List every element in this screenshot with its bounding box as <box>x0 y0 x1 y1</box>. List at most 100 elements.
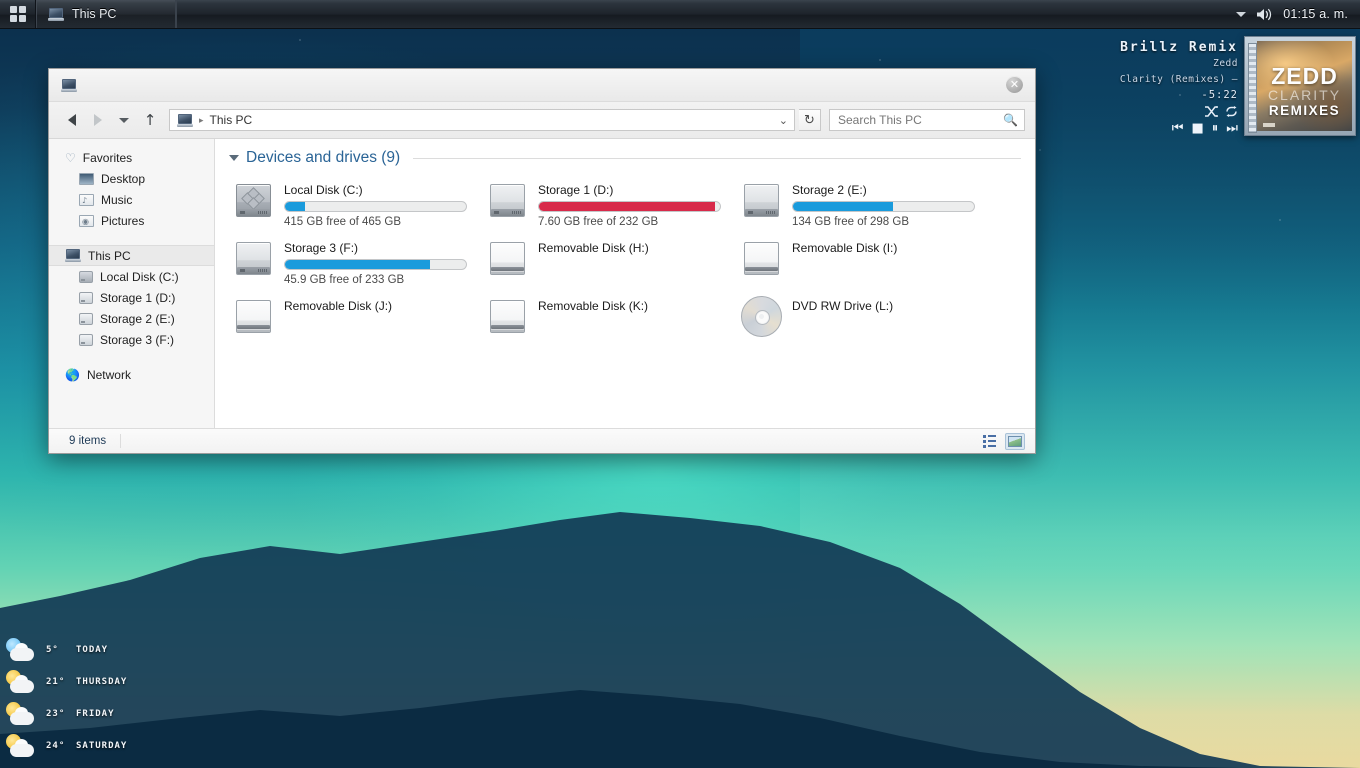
removable-drive-icon <box>487 238 528 279</box>
computer-icon <box>48 7 64 21</box>
weather-day: SATURDAY <box>76 741 128 751</box>
back-button[interactable] <box>59 108 85 132</box>
address-bar[interactable]: ▸ This PC ⌄ <box>169 109 795 131</box>
speaker-icon[interactable] <box>1256 7 1273 22</box>
search-input[interactable]: Search This PC <box>838 113 1003 127</box>
recent-locations-button[interactable] <box>111 108 137 132</box>
system-tray: 01:15 a. m. <box>1236 7 1360 22</box>
drive-tile[interactable]: Removable Disk (H:) <box>483 233 737 289</box>
arrow-up-icon: ↑ <box>143 110 157 129</box>
group-rule <box>413 157 1021 159</box>
hard-drive-icon <box>741 180 782 221</box>
hard-drive-icon <box>79 333 93 346</box>
repeat-icon[interactable] <box>1225 106 1238 117</box>
capacity-bar <box>284 259 467 270</box>
hard-drive-icon <box>487 180 528 221</box>
drive-tile[interactable]: DVD RW Drive (L:) <box>737 291 991 347</box>
drive-name: Local Disk (C:) <box>284 183 363 197</box>
search-icon: 🔍 <box>1003 113 1018 127</box>
sidebar-item-drive-d[interactable]: Storage 1 (D:) <box>49 287 214 308</box>
drive-meta: Removable Disk (K:) <box>538 296 728 317</box>
sidebar-item-this-pc[interactable]: This PC <box>49 245 214 266</box>
sidebar-item-pictures[interactable]: ◉ Pictures <box>49 210 214 231</box>
clock[interactable]: 01:15 a. m. <box>1283 7 1348 21</box>
navigation-pane: ♡ Favorites Desktop ♪ Music ◉ Pictures T… <box>49 139 215 428</box>
music-time-remaining: -5:22 <box>1201 89 1238 101</box>
sidebar-item-music[interactable]: ♪ Music <box>49 189 214 210</box>
sidebar-item-label: Desktop <box>101 171 146 186</box>
large-icons-view-button[interactable] <box>1005 432 1025 450</box>
drive-tile[interactable]: Storage 1 (D:) 7.60 GB free of 232 GB <box>483 175 737 231</box>
heart-icon: ♡ <box>65 150 76 165</box>
list-view-icon <box>982 434 996 448</box>
sidebar-item-drive-c[interactable]: Local Disk (C:) <box>49 266 214 287</box>
address-dropdown-icon[interactable]: ⌄ <box>779 114 788 127</box>
sidebar-item-favorites[interactable]: ♡ Favorites <box>49 147 214 168</box>
sidebar-item-drive-e[interactable]: Storage 2 (E:) <box>49 308 214 329</box>
breadcrumb-this-pc[interactable]: This PC <box>210 113 253 127</box>
weather-row: 21° THURSDAY <box>6 666 166 698</box>
sidebar-item-drive-f[interactable]: Storage 3 (F:) <box>49 329 214 350</box>
weather-temp: 5° <box>46 645 59 655</box>
group-title: Devices and drives (9) <box>246 149 401 166</box>
file-explorer-window[interactable]: ✕ ↑ ▸ This PC ⌄ ↻ Search This PC 🔍 ♡ Fav… <box>48 68 1036 454</box>
weather-temp: 21° <box>46 677 66 687</box>
drive-free-space: 415 GB free of 465 GB <box>284 216 401 228</box>
taskbar-task-this-pc[interactable]: This PC <box>36 0 176 28</box>
sidebar-item-network[interactable]: 🌎 Network <box>49 364 214 385</box>
sidebar-item-label: Pictures <box>101 213 145 228</box>
drive-name: Removable Disk (H:) <box>538 241 649 255</box>
chevron-down-icon <box>119 117 129 123</box>
close-icon[interactable]: ✕ <box>1006 76 1023 93</box>
drive-tile[interactable]: Removable Disk (I:) <box>737 233 991 289</box>
search-box[interactable]: Search This PC 🔍 <box>829 109 1025 131</box>
weather-day: THURSDAY <box>76 677 128 687</box>
album-art-case: ZEDD CLARITY REMIXES <box>1244 36 1356 136</box>
start-button[interactable] <box>0 0 36 28</box>
group-header-devices[interactable]: Devices and drives (9) <box>229 149 1021 167</box>
weather-day: FRIDAY <box>76 709 115 719</box>
pause-button[interactable]: ⏸ <box>1212 121 1219 136</box>
drive-name: Removable Disk (J:) <box>284 299 393 313</box>
moon-cloud-icon <box>6 638 36 662</box>
sidebar-item-desktop[interactable]: Desktop <box>49 168 214 189</box>
status-bar: 9 items <box>49 428 1035 453</box>
hard-drive-icon <box>79 270 93 283</box>
drive-tile[interactable]: Removable Disk (J:) <box>229 291 483 347</box>
view-mode-buttons <box>979 432 1025 450</box>
app-grid-icon <box>9 6 26 22</box>
previous-track-button[interactable]: ⏮ <box>1172 121 1184 136</box>
weather-row: 5° TODAY <box>6 634 166 666</box>
computer-icon <box>61 78 77 92</box>
drive-name: Storage 1 (D:) <box>538 183 614 197</box>
triangle-down-icon[interactable] <box>229 155 239 161</box>
drive-tile[interactable]: Storage 2 (E:) 134 GB free of 298 GB <box>737 175 991 231</box>
status-separator <box>120 434 122 448</box>
chevron-up-icon[interactable] <box>1236 11 1247 17</box>
weather-row: 23° FRIDAY <box>6 698 166 730</box>
window-titlebar[interactable]: ✕ <box>49 69 1035 102</box>
music-player-widget: Brillz Remix Zedd Clarity (Remixes) – -5… <box>1116 36 1356 142</box>
details-view-button[interactable] <box>979 433 999 450</box>
drive-name: Removable Disk (I:) <box>792 241 898 255</box>
sidebar-item-label: Storage 3 (F:) <box>100 332 175 347</box>
forward-button[interactable] <box>85 108 111 132</box>
next-track-button[interactable]: ⏭ <box>1226 121 1238 136</box>
refresh-button[interactable]: ↻ <box>799 109 821 131</box>
sidebar-item-label: Favorites <box>82 150 133 165</box>
shuffle-icon[interactable] <box>1205 106 1218 117</box>
removable-drive-icon <box>487 296 528 337</box>
drive-free-space: 45.9 GB free of 233 GB <box>284 274 405 286</box>
breadcrumb-separator: ▸ <box>199 114 204 125</box>
capacity-bar <box>792 201 975 212</box>
stop-button[interactable]: ■ <box>1192 121 1204 136</box>
drive-tile[interactable]: Storage 3 (F:) 45.9 GB free of 233 GB <box>229 233 483 289</box>
drive-tile[interactable]: Local Disk (C:) 415 GB free of 465 GB <box>229 175 483 231</box>
arrow-left-icon <box>68 114 76 126</box>
album-art-line2: CLARITY <box>1267 87 1342 103</box>
up-button[interactable]: ↑ <box>137 108 163 132</box>
sun-cloud-icon <box>6 734 36 758</box>
sidebar-item-label: This PC <box>88 248 131 263</box>
drive-tile[interactable]: Removable Disk (K:) <box>483 291 737 347</box>
